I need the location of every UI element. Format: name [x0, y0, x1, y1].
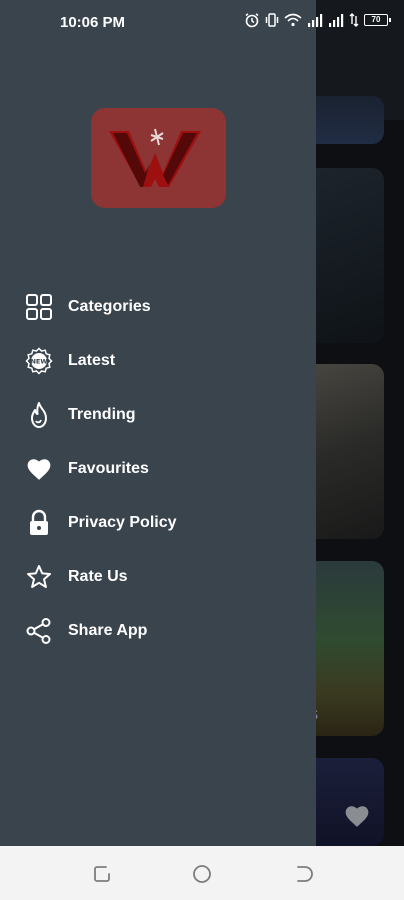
- navigation-drawer: Categories NEW Latest Trending Favourite…: [0, 0, 316, 846]
- svg-text:NEW: NEW: [30, 358, 47, 366]
- new-badge-icon: NEW: [24, 346, 54, 376]
- alarm-icon: [245, 13, 259, 28]
- home-button[interactable]: [191, 863, 213, 885]
- flame-icon: [24, 400, 54, 430]
- status-time: 10:06 PM: [60, 14, 126, 31]
- heart-icon: [345, 806, 369, 827]
- vibrate-icon: [265, 13, 279, 27]
- menu-label: Privacy Policy: [68, 514, 177, 531]
- status-icons: 70: [244, 12, 391, 28]
- star-icon: [24, 562, 54, 592]
- drawer-menu: Categories NEW Latest Trending Favourite…: [0, 280, 316, 658]
- lock-icon: [24, 508, 54, 538]
- app-logo: [91, 108, 226, 208]
- system-nav-bar: [0, 846, 404, 900]
- wifi-icon: [284, 13, 302, 27]
- menu-label: Latest: [68, 352, 116, 369]
- menu-item-trending[interactable]: Trending: [0, 388, 316, 442]
- data-icon: [349, 13, 359, 27]
- menu-item-latest[interactable]: NEW Latest: [0, 334, 316, 388]
- back-button[interactable]: [292, 863, 314, 885]
- menu-item-favourites[interactable]: Favourites: [0, 442, 316, 496]
- menu-label: Share App: [68, 622, 148, 639]
- menu-label: Trending: [68, 406, 136, 423]
- w-logo-icon: [108, 128, 201, 187]
- menu-item-privacy-policy[interactable]: Privacy Policy: [0, 496, 316, 550]
- menu-label: Categories: [68, 298, 151, 315]
- heart-icon: [24, 454, 54, 484]
- menu-item-categories[interactable]: Categories: [0, 280, 316, 334]
- menu-label: Favourites: [68, 460, 149, 477]
- grid-icon: [24, 292, 54, 322]
- recents-button[interactable]: [91, 863, 113, 885]
- battery-icon: 70: [364, 14, 391, 26]
- signal-icon: [308, 14, 323, 27]
- status-bar: 10:06 PM 70: [0, 0, 404, 44]
- share-icon: [24, 616, 54, 646]
- signal-icon: [329, 14, 344, 27]
- menu-item-share-app[interactable]: Share App: [0, 604, 316, 658]
- menu-item-rate-us[interactable]: Rate Us: [0, 550, 316, 604]
- menu-label: Rate Us: [68, 568, 128, 585]
